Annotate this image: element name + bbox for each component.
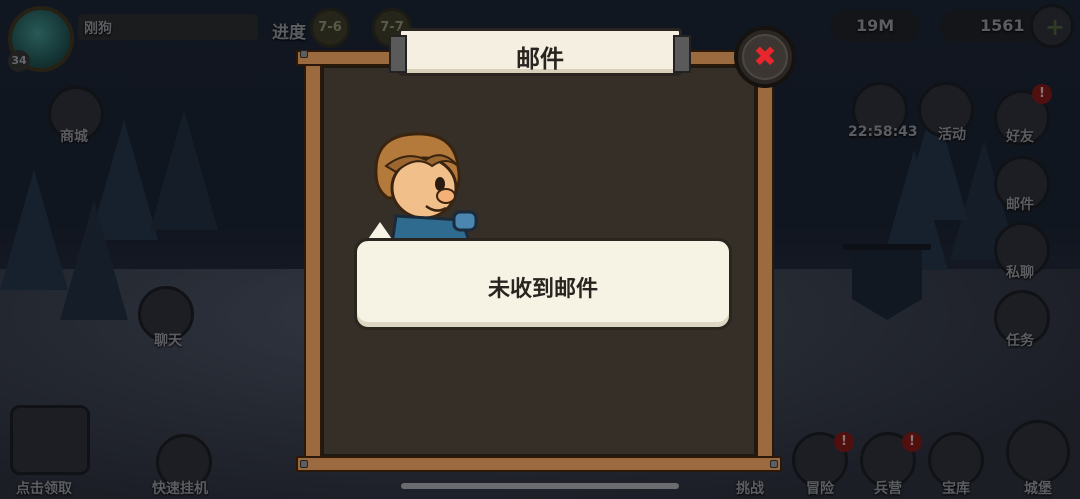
empty-mail-bubble: 未收到邮件 (354, 238, 732, 330)
empty-mail-message: 未收到邮件 (487, 277, 598, 302)
close-icon: ✖ (753, 40, 777, 73)
dialog-title: 邮件 (516, 45, 564, 73)
frame-right-post (756, 54, 774, 468)
nail-icon (300, 460, 308, 468)
frame-bottom-beam (296, 456, 782, 472)
close-button[interactable]: ✖ (734, 26, 796, 88)
dialog-title-banner: 邮件 (389, 28, 691, 76)
frame-left-post (304, 54, 322, 468)
nail-icon (300, 50, 308, 58)
nail-icon (770, 460, 778, 468)
home-indicator (401, 483, 679, 489)
mail-dialog: 邮件 ✖ 未收到邮件 (296, 26, 796, 476)
close-button-inner: ✖ (742, 34, 788, 80)
